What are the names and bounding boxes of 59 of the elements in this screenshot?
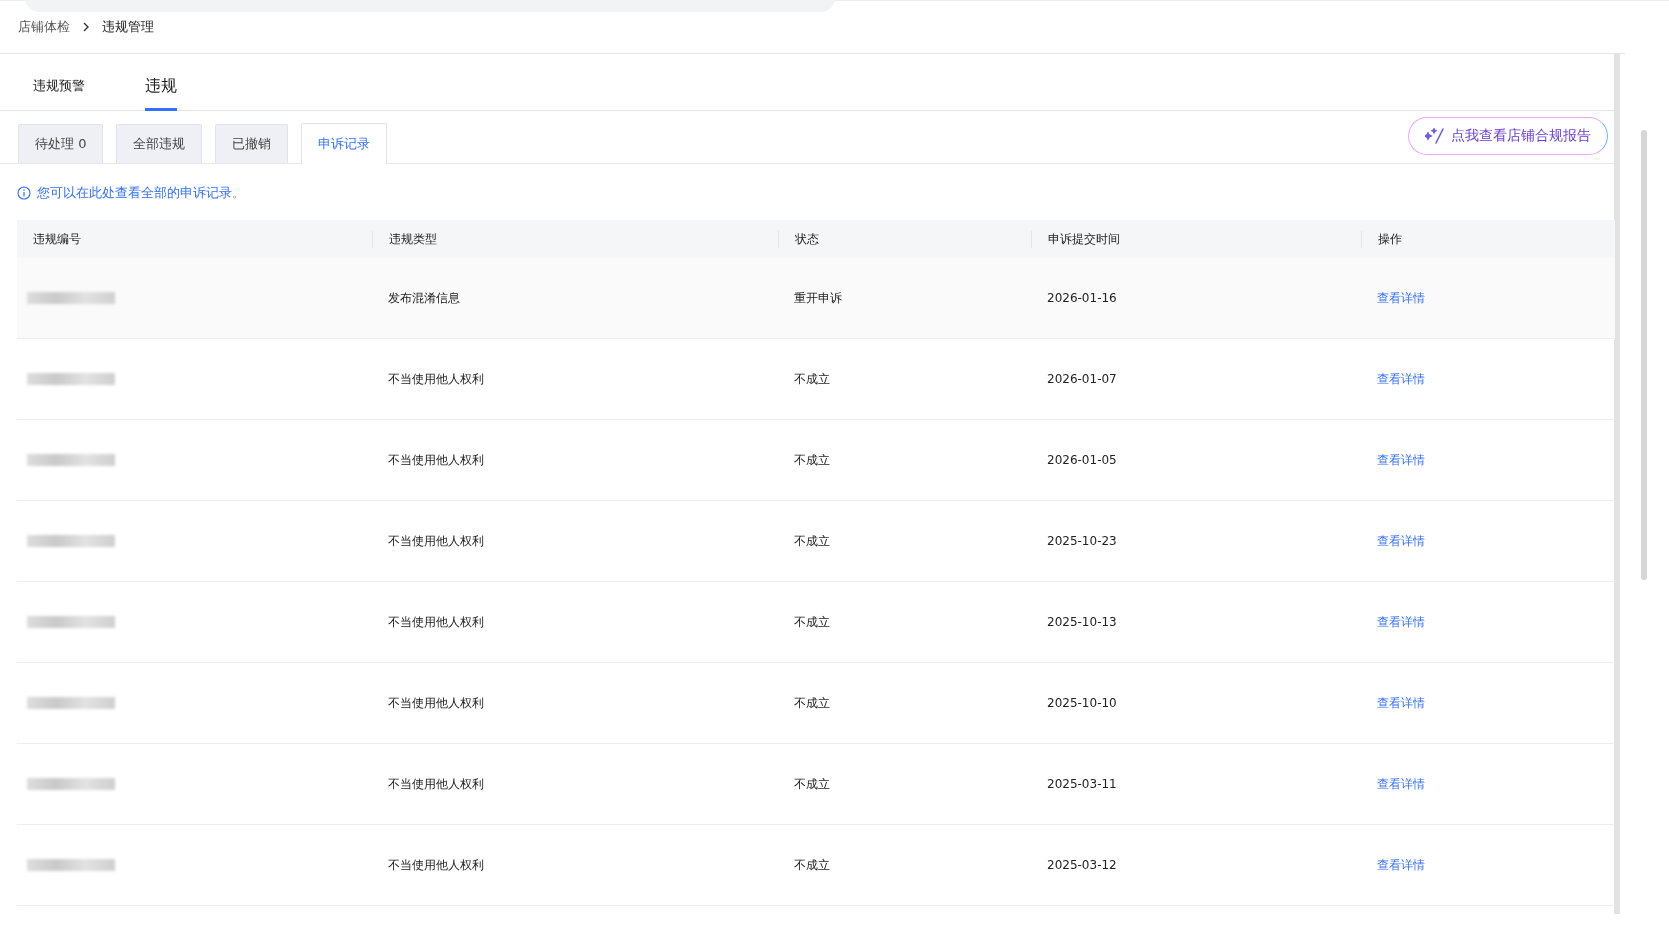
chevron-icon [82,22,90,32]
table-row[interactable]: 不当使用他人权利 不成立 2025-10-23 查看详情 [17,501,1615,582]
table-cell: 2025-10-13 [1047,615,1117,629]
table-cell: 不当使用他人权利 [388,857,484,872]
tab[interactable]: 全部违规 [116,124,203,163]
details-link[interactable]: 查看详情 [1377,614,1425,629]
table-cell: 不当使用他人权利 [388,614,484,629]
column-header: 违规类型 [389,231,437,246]
column-header: 操作 [1378,231,1402,246]
report-button[interactable]: 点我查看店铺合规报告 [1408,117,1608,155]
info-text: 您可以在此处查看全部的申诉记录。 [37,184,245,202]
table-row[interactable]: 不当使用他人权利 不成立 2025-03-12 查看详情 [17,825,1615,906]
table-row[interactable]: 不当使用他人权利 不成立 2026-01-07 查看详情 [17,339,1615,420]
details-link[interactable]: 查看详情 [1377,452,1425,467]
table-row[interactable]: 不当使用他人权利 不成立 2025-10-10 查看详情 [17,663,1615,744]
table-row[interactable]: 不当使用他人权利 不成立 2026-01-05 查看详情 [17,420,1615,501]
column-header: 申诉提交时间 [1048,231,1120,246]
tab[interactable]: 已撤销 [215,124,289,163]
table-cell: 不成立 [794,857,830,872]
table-cell: 不成立 [794,452,830,467]
table-cell: 不当使用他人权利 [388,452,484,467]
table-cell: 不成立 [794,695,830,710]
breadcrumb-item: 违规管理 [102,18,154,36]
table-cell: 不成立 [794,533,830,548]
table-row[interactable]: 不当使用他人权利 不成立 2025-10-13 查看详情 [17,582,1615,663]
info-icon [17,186,31,200]
breadcrumb-item[interactable]: 店铺体检 [18,18,70,36]
details-link[interactable]: 查看详情 [1377,857,1425,872]
tab[interactable]: 违规 [145,74,177,111]
table-cell: 不当使用他人权利 [388,776,484,791]
table-cell: 发布混淆信息 [388,290,460,305]
column-header: 状态 [795,231,819,246]
table-cell: 不当使用他人权利 [388,695,484,710]
sparkle-icon [1425,128,1445,144]
details-link[interactable]: 查看详情 [1377,776,1425,791]
table-row[interactable]: 不当使用他人权利 不成立 2025-03-11 查看详情 [17,744,1615,825]
tab[interactable]: 违规预警 [33,74,85,111]
details-link[interactable]: 查看详情 [1377,533,1425,548]
tab[interactable]: 待处理 0 [18,124,104,163]
table-cell: 2025-10-23 [1047,534,1117,548]
table-row[interactable]: 发布混淆信息 重开申诉 2026-01-16 查看详情 [17,258,1615,339]
table-cell: 2025-10-10 [1047,696,1117,710]
table-cell: 不当使用他人权利 [388,533,484,548]
table-cell: 2026-01-07 [1047,372,1117,386]
details-link[interactable]: 查看详情 [1377,290,1425,305]
table-cell: 不成立 [794,614,830,629]
tab[interactable]: 申诉记录 [301,123,388,164]
table-cell: 2025-03-12 [1047,858,1117,872]
details-link[interactable]: 查看详情 [1377,695,1425,710]
table-cell: 2026-01-05 [1047,453,1117,467]
table-cell: 重开申诉 [794,290,842,305]
scrollbar[interactable] [1641,130,1647,580]
table-cell: 2026-01-16 [1047,291,1117,305]
table-cell: 不当使用他人权利 [388,371,484,386]
table-cell: 不成立 [794,371,830,386]
column-header: 违规编号 [33,231,81,246]
details-link[interactable]: 查看详情 [1377,371,1425,386]
table-cell: 不成立 [794,776,830,791]
table-cell: 2025-03-11 [1047,777,1117,791]
